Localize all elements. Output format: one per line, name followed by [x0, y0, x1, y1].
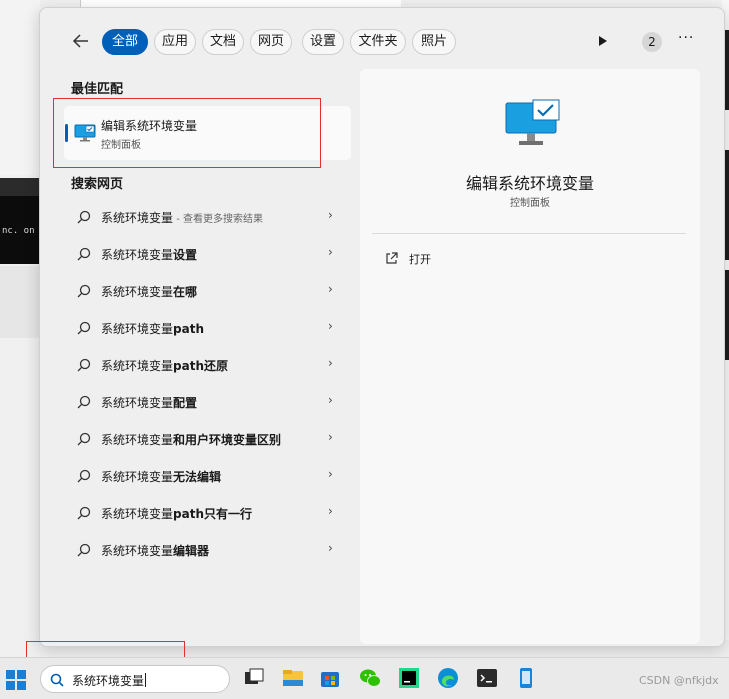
chevron-right-icon: ›	[328, 393, 333, 407]
background-terminal: nc. on …	[0, 178, 45, 264]
search-icon	[77, 469, 91, 483]
preview-pane: 编辑系统环境变量 控制面板 打开	[360, 69, 700, 644]
watermark: CSDN @nfkjdx	[639, 674, 719, 687]
search-value: 系统环境变量	[72, 674, 145, 688]
search-icon	[77, 210, 91, 224]
web-search-heading: 搜索网页	[71, 177, 124, 192]
open-action[interactable]: 打开	[409, 251, 431, 267]
search-icon	[50, 673, 64, 687]
terminal-icon[interactable]	[475, 666, 499, 690]
web-result-text: 系统环境变量配置	[101, 396, 198, 410]
search-icon	[77, 247, 91, 261]
web-result-text: 系统环境变量无法编辑	[101, 470, 222, 484]
web-result-item[interactable]: 系统环境变量无法编辑 ›	[64, 457, 351, 494]
web-result-item[interactable]: 系统环境变量编辑器 ›	[64, 531, 351, 568]
rewards-badge[interactable]: 2	[642, 32, 662, 52]
phone-link-icon[interactable]	[514, 666, 538, 690]
web-result-item[interactable]: 系统环境变量和用户环境变量区别 ›	[64, 420, 351, 457]
tab-settings[interactable]: 设置	[302, 29, 344, 55]
web-result-item[interactable]: 系统环境变量在哪 ›	[64, 272, 351, 309]
tab-documents[interactable]: 文档	[202, 29, 244, 55]
web-result-item[interactable]: 系统环境变量path ›	[64, 309, 351, 346]
web-result-item[interactable]: 系统环境变量配置 ›	[64, 383, 351, 420]
play-icon[interactable]	[599, 36, 607, 46]
file-explorer-icon[interactable]	[281, 666, 305, 690]
chevron-right-icon: ›	[328, 245, 333, 259]
tab-web[interactable]: 网页	[250, 29, 292, 55]
search-icon	[77, 395, 91, 409]
more-options-button[interactable]: ···	[678, 30, 694, 46]
pycharm-icon[interactable]	[397, 666, 421, 690]
divider	[372, 233, 686, 234]
best-match-heading: 最佳匹配	[71, 82, 124, 97]
web-result-text: 系统环境变量和用户环境变量区别	[101, 433, 282, 447]
microsoft-store-icon[interactable]	[318, 666, 342, 690]
web-results-list: 系统环境变量 - 查看更多搜索结果 › 系统环境变量设置 › 系统环境变量在哪 …	[64, 198, 351, 568]
chevron-right-icon: ›	[328, 430, 333, 444]
background-window-left	[0, 0, 40, 175]
web-result-text: 系统环境变量path只有一行	[101, 507, 252, 521]
wechat-icon[interactable]	[358, 666, 382, 690]
search-icon	[77, 358, 91, 372]
chevron-right-icon: ›	[328, 208, 333, 222]
search-icon	[77, 321, 91, 335]
chevron-right-icon: ›	[328, 504, 333, 518]
taskbar: 系统环境变量	[0, 657, 729, 699]
system-properties-icon	[505, 99, 560, 145]
web-result-text: 系统环境变量编辑器	[101, 544, 210, 558]
web-result-text: 系统环境变量 - 查看更多搜索结果	[101, 211, 263, 225]
chevron-right-icon: ›	[328, 467, 333, 481]
preview-subtitle: 控制面板	[510, 198, 550, 209]
tab-folders[interactable]: 文件夹	[350, 29, 406, 55]
search-icon	[77, 432, 91, 446]
chevron-right-icon: ›	[328, 282, 333, 296]
chevron-right-icon: ›	[328, 356, 333, 370]
task-view-icon[interactable]	[242, 666, 266, 690]
tab-all[interactable]: 全部	[102, 29, 148, 55]
web-result-text: 系统环境变量path还原	[101, 359, 228, 373]
search-panel: 全部 应用 文档 网页 设置 文件夹 照片 2 ··· 最佳匹配 编辑系统环境变…	[39, 7, 725, 647]
web-result-item[interactable]: 系统环境变量设置 ›	[64, 235, 351, 272]
highlight-box	[53, 98, 321, 168]
taskbar-search-input[interactable]: 系统环境变量	[40, 665, 230, 693]
chevron-right-icon: ›	[328, 541, 333, 555]
chevron-right-icon: ›	[328, 319, 333, 333]
edge-icon[interactable]	[436, 666, 460, 690]
web-result-text: 系统环境变量在哪	[101, 285, 198, 299]
search-icon	[77, 543, 91, 557]
arrow-left-icon	[72, 34, 88, 48]
tab-photos[interactable]: 照片	[412, 29, 456, 55]
web-result-item[interactable]: 系统环境变量path还原 ›	[64, 346, 351, 383]
search-icon	[77, 284, 91, 298]
web-result-item[interactable]: 系统环境变量 - 查看更多搜索结果 ›	[64, 198, 351, 235]
web-result-text: 系统环境变量path	[101, 322, 204, 336]
background-window-left-lower	[0, 266, 40, 338]
open-external-icon[interactable]	[385, 252, 398, 265]
search-icon	[77, 506, 91, 520]
web-result-text: 系统环境变量设置	[101, 248, 198, 262]
back-button[interactable]	[72, 32, 90, 54]
tab-apps[interactable]: 应用	[154, 29, 196, 55]
web-result-item[interactable]: 系统环境变量path只有一行 ›	[64, 494, 351, 531]
windows-start-icon[interactable]	[6, 670, 26, 690]
preview-title: 编辑系统环境变量	[465, 174, 594, 193]
